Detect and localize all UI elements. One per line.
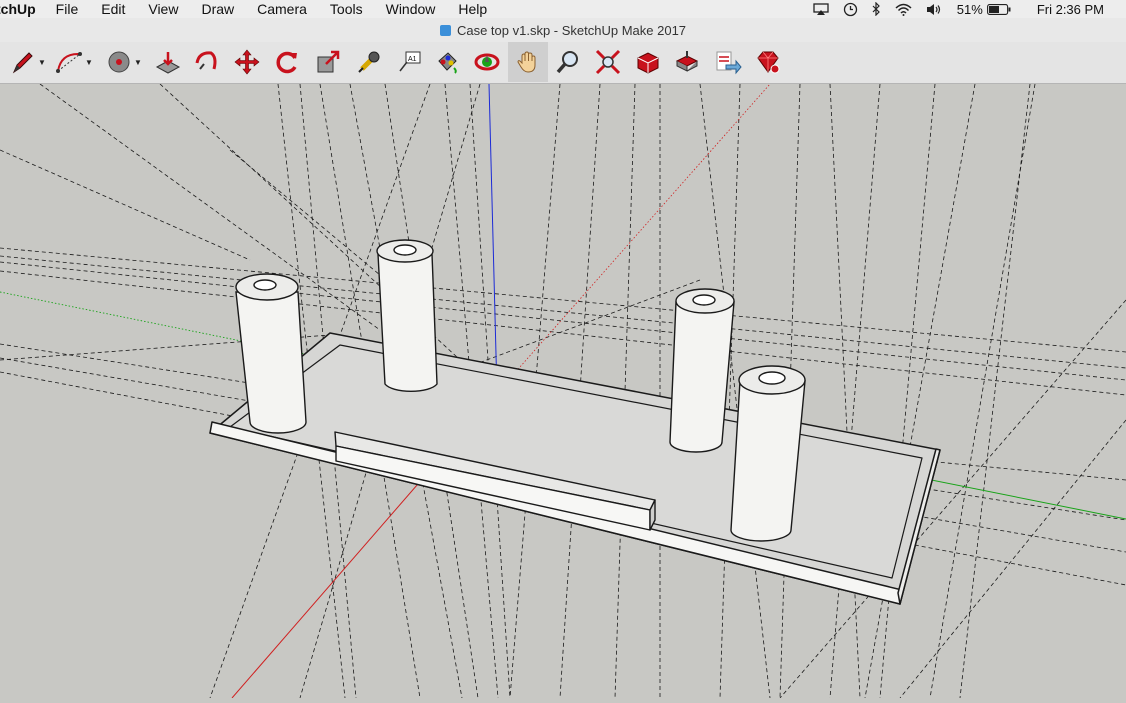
app-menu[interactable]: tchUp (0, 0, 36, 18)
pencil-tool[interactable]: ▼ (8, 42, 48, 82)
battery-icon (986, 3, 1011, 15)
follow-me-icon (195, 51, 217, 70)
circle-tool[interactable]: ▼ (103, 42, 145, 82)
arc-tool[interactable]: ▼ (52, 42, 96, 82)
extension-warehouse-tool[interactable] (708, 42, 748, 82)
ruby-console-tool[interactable] (749, 42, 787, 82)
standoff-post-2[interactable] (376, 239, 438, 392)
battery-percent: 51% (956, 1, 983, 17)
menu-help[interactable]: Help (458, 0, 487, 18)
menu-draw[interactable]: Draw (201, 0, 234, 18)
menu-edit[interactable]: Edit (101, 0, 125, 18)
bluetooth-icon[interactable] (872, 2, 881, 16)
move-icon (234, 49, 260, 75)
follow-me-tool[interactable] (188, 42, 224, 82)
menu-window[interactable]: Window (386, 0, 436, 18)
warehouse-tool[interactable] (629, 42, 667, 82)
tool-palette: ▼ ▼ ▼ A1 (0, 42, 1126, 84)
scale-icon (317, 50, 340, 73)
orbit-icon (474, 53, 500, 71)
drawing-viewport[interactable] (0, 83, 1126, 699)
orbit-tool[interactable] (468, 42, 506, 82)
menu-view[interactable]: View (148, 0, 178, 18)
text-tool[interactable]: A1 (390, 42, 428, 82)
chevron-down-icon[interactable]: ▼ (38, 58, 46, 67)
scale-tool[interactable] (309, 42, 347, 82)
time-machine-icon[interactable] (843, 2, 858, 17)
battery-status[interactable]: 51% (957, 2, 1011, 17)
paint-bucket-tool[interactable] (428, 42, 466, 82)
zoom-tool[interactable] (549, 42, 587, 82)
text-icon: A1 (399, 51, 421, 72)
wifi-icon[interactable] (895, 3, 912, 16)
model-canvas[interactable] (0, 83, 1126, 699)
airplay-icon[interactable] (813, 2, 829, 16)
window-title: Case top v1.skp - SketchUp Make 2017 (456, 22, 687, 38)
share-model-icon (675, 51, 699, 72)
move-tool[interactable] (228, 42, 266, 82)
extension-warehouse-icon (716, 51, 742, 75)
rotate-tool[interactable] (268, 42, 306, 82)
share-model-tool[interactable] (668, 42, 706, 82)
menu-tools[interactable]: Tools (330, 0, 363, 18)
pan-tool[interactable] (508, 42, 548, 82)
menubar-clock[interactable]: Fri 2:36 PM (1037, 2, 1104, 17)
push-pull-icon (155, 52, 181, 74)
blue-axis (488, 83, 498, 394)
hand-icon (517, 51, 536, 73)
document-icon (439, 24, 451, 36)
menu-camera[interactable]: Camera (257, 0, 307, 18)
pencil-icon (12, 52, 33, 74)
ruby-icon (757, 51, 780, 74)
tape-measure-tool[interactable] (350, 42, 388, 82)
chevron-down-icon[interactable]: ▼ (134, 58, 142, 67)
push-pull-tool[interactable] (150, 42, 186, 82)
menu-file[interactable]: File (56, 0, 79, 18)
mac-menu-bar: tchUp File Edit View Draw Camera Tools W… (0, 0, 1126, 18)
zoom-extents-icon (595, 49, 621, 75)
volume-icon[interactable] (926, 3, 943, 16)
zoom-extents-tool[interactable] (589, 42, 627, 82)
text-tool-label: A1 (408, 56, 417, 63)
3d-warehouse-icon (637, 52, 659, 74)
arc-icon (56, 52, 83, 73)
circle-icon (108, 51, 130, 73)
magnifier-icon (556, 51, 578, 74)
case-base-plate[interactable] (209, 332, 941, 605)
paint-bucket-icon (438, 52, 457, 74)
rotate-icon (276, 51, 297, 74)
tape-measure-icon (358, 51, 380, 73)
window-title-bar: Case top v1.skp - SketchUp Make 2017 (0, 18, 1126, 42)
status-menu-extras: 51% Fri 2:36 PM (799, 0, 1104, 18)
chevron-down-icon[interactable]: ▼ (85, 58, 93, 67)
